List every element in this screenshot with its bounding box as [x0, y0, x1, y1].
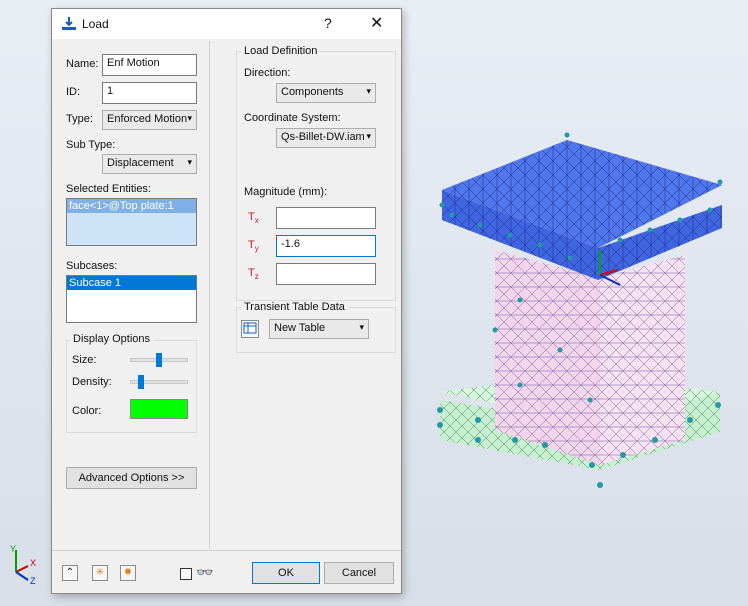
- coordinate-system-label: Coordinate System:: [244, 112, 341, 124]
- tx-input[interactable]: [276, 207, 376, 229]
- direction-dropdown[interactable]: Components ▾: [276, 83, 376, 103]
- ty-label: Ty: [248, 239, 259, 253]
- id-label: ID:: [66, 86, 81, 98]
- tx-label: Tx: [248, 211, 259, 225]
- subcases-label: Subcases:: [66, 260, 118, 272]
- chevron-down-icon: ▾: [366, 86, 371, 96]
- column: [495, 250, 685, 465]
- tz-letter: T: [248, 267, 255, 279]
- display-options-title: Display Options: [70, 333, 154, 345]
- sun-icon[interactable]: ✳: [92, 565, 108, 581]
- size-slider-thumb[interactable]: [156, 353, 162, 367]
- density-slider-thumb[interactable]: [137, 375, 144, 389]
- preview-checkbox[interactable]: [180, 568, 192, 580]
- subtype-dropdown[interactable]: Displacement ▾: [102, 154, 197, 174]
- subtype-value: Displacement: [107, 157, 174, 169]
- collapse-icon[interactable]: ⌃: [62, 565, 78, 581]
- type-value: Enforced Motion: [107, 113, 188, 125]
- subtype-label: Sub Type:: [66, 139, 116, 151]
- color-label: Color:: [72, 405, 102, 417]
- tx-subscript: x: [254, 216, 259, 226]
- title-bar[interactable]: Load ? ✕: [52, 9, 401, 39]
- size-label: Size:: [72, 354, 97, 366]
- color-swatch[interactable]: [130, 399, 188, 419]
- tz-label: Tz: [248, 267, 259, 281]
- direction-value: Components: [281, 86, 344, 98]
- transient-table-title: Transient Table Data: [241, 301, 348, 313]
- triad-x-label: X: [30, 558, 36, 568]
- selected-entities-label: Selected Entities:: [66, 183, 151, 195]
- bottom-bar: ⌃ ✳ ✹ 👓 OK Cancel: [52, 550, 401, 594]
- chevron-down-icon: ▾: [359, 322, 364, 332]
- load-icon: [61, 16, 77, 35]
- triad-z-label: Z: [30, 576, 36, 586]
- ty-input[interactable]: -1.6: [276, 235, 376, 257]
- selected-entities-list[interactable]: face<1>@Top plate:1: [66, 198, 197, 246]
- transient-table-dropdown[interactable]: New Table ▾: [269, 319, 369, 339]
- subcase-item[interactable]: Subcase 1: [67, 276, 196, 290]
- tx-letter: T: [248, 211, 255, 223]
- ty-subscript: y: [254, 244, 259, 254]
- tz-subscript: z: [254, 272, 259, 282]
- chevron-down-icon: ▾: [366, 131, 371, 141]
- close-button[interactable]: ✕: [370, 13, 383, 33]
- transient-table-value: New Table: [274, 322, 326, 334]
- view-triad: Y X Z: [4, 542, 44, 589]
- dialog-title: Load: [82, 17, 109, 31]
- ty-letter: T: [248, 239, 255, 251]
- load-definition-title: Load Definition: [241, 45, 321, 57]
- id-input[interactable]: 1: [102, 82, 197, 104]
- triad-y-label: Y: [10, 544, 16, 554]
- glasses-icon: 👓: [196, 564, 214, 580]
- name-input[interactable]: Enf Motion: [102, 54, 197, 76]
- advanced-options-button[interactable]: Advanced Options >>: [66, 467, 197, 489]
- cancel-button[interactable]: Cancel: [324, 562, 394, 584]
- chevron-down-icon: ▾: [187, 113, 192, 123]
- chevron-down-icon: ▾: [187, 157, 192, 167]
- help-button[interactable]: ?: [324, 15, 332, 31]
- type-label: Type:: [66, 113, 93, 125]
- name-label: Name:: [66, 58, 99, 70]
- load-dialog: Load ? ✕ Name: Enf Motion ID: 1 Type: En…: [51, 8, 402, 594]
- tz-input[interactable]: [276, 263, 376, 285]
- type-dropdown[interactable]: Enforced Motion ▾: [102, 110, 197, 130]
- selected-entity-item[interactable]: face<1>@Top plate:1: [67, 199, 196, 213]
- table-editor-icon[interactable]: [241, 320, 259, 338]
- coordinate-system-dropdown[interactable]: Qs-Billet-DW.iam ▾: [276, 128, 376, 148]
- coordinate-system-value: Qs-Billet-DW.iam: [281, 131, 365, 143]
- subcases-list[interactable]: Subcase 1: [66, 275, 197, 323]
- magnitude-label: Magnitude (mm):: [244, 186, 328, 198]
- ok-button[interactable]: OK: [252, 562, 320, 584]
- settings-icon[interactable]: ✹: [120, 565, 136, 581]
- column-divider: [209, 41, 210, 549]
- direction-label: Direction:: [244, 67, 291, 79]
- density-label: Density:: [72, 376, 112, 388]
